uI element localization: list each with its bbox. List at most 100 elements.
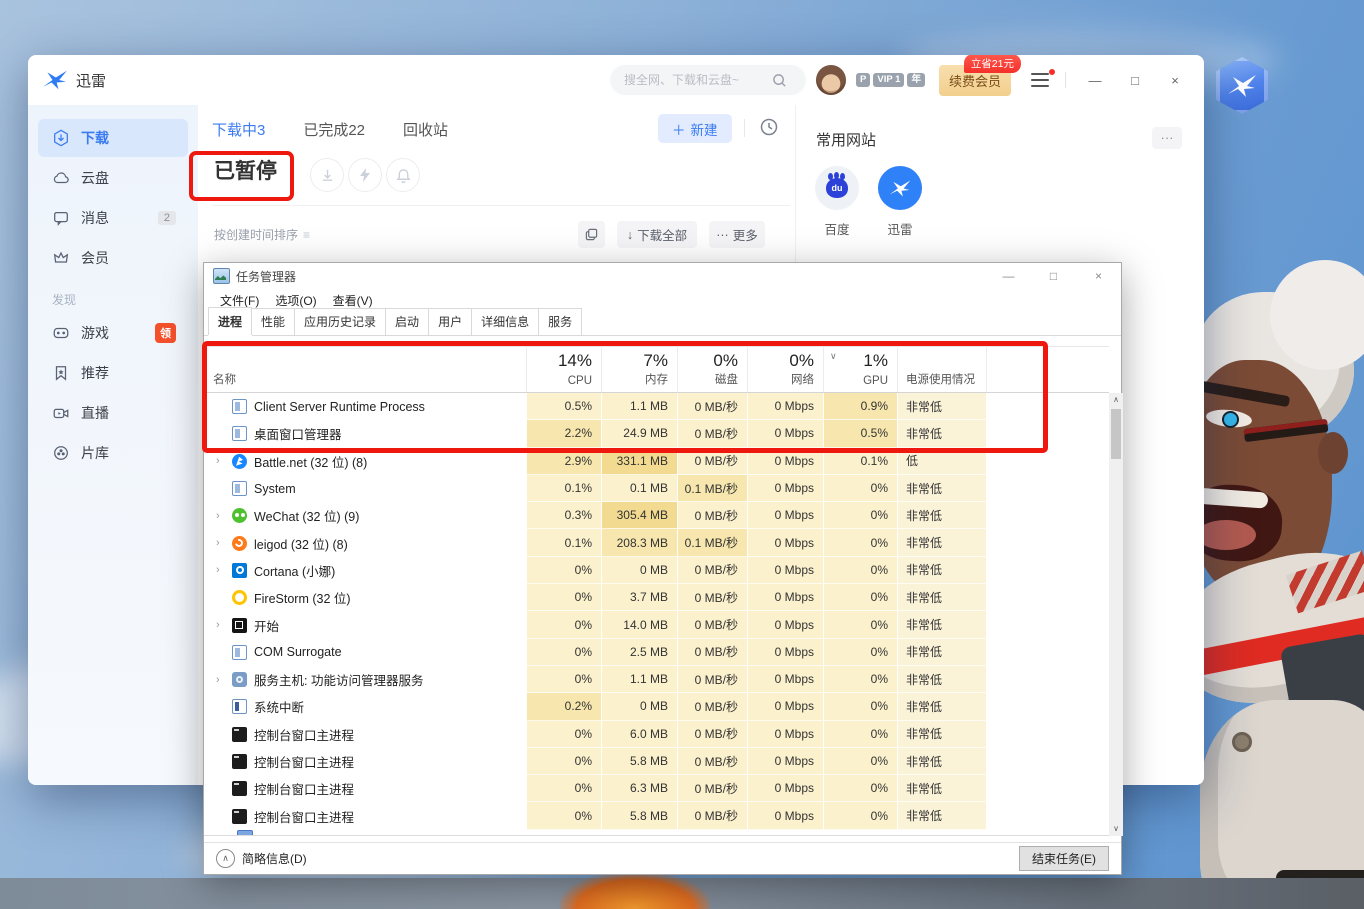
user-avatar[interactable]	[816, 65, 846, 95]
app-name: 迅雷	[76, 70, 106, 91]
expand-chevron-icon[interactable]: ›	[216, 455, 225, 467]
metric-cell: 非常低	[897, 420, 986, 447]
expand-chevron-icon[interactable]: ›	[216, 619, 225, 631]
process-name: Client Server Runtime Process	[254, 400, 425, 414]
tab-details[interactable]: 详细信息	[471, 308, 539, 335]
tab-performance[interactable]: 性能	[251, 308, 295, 335]
expand-chevron-icon[interactable]: ›	[216, 674, 225, 686]
tab-services[interactable]: 服务	[538, 308, 582, 335]
sidebar-item-label: 下载	[81, 128, 109, 148]
metric-cell: 0 Mbps	[747, 639, 823, 666]
sidebar-item-games[interactable]: 游戏 领	[38, 314, 188, 352]
tab-downloading[interactable]: 下载中3	[212, 119, 265, 140]
expand-chevron-icon[interactable]: ›	[216, 537, 225, 549]
sidebar-item-film-library[interactable]: 片库	[38, 434, 188, 472]
task-manager-footer: ∧ 简略信息(D) 结束任务(E)	[204, 842, 1121, 874]
process-row[interactable]: ›控制台窗口主进程0%6.3 MB0 MB/秒0 Mbps0%非常低	[204, 775, 1109, 802]
process-name-cell: ›Cortana (小娜)	[204, 557, 526, 584]
column-disk[interactable]: 0% 磁盘	[677, 347, 747, 392]
metric-cell: 0 Mbps	[747, 802, 823, 829]
search-icon[interactable]	[772, 73, 787, 88]
blank-cell	[986, 775, 1109, 802]
site-baidu[interactable]: du 百度	[814, 166, 860, 238]
main-menu-icon[interactable]	[1031, 73, 1051, 87]
column-network[interactable]: 0% 网络	[747, 347, 823, 392]
process-row[interactable]: ›FireStorm (32 位)0%3.7 MB0 MB/秒0 Mbps0%非…	[204, 584, 1109, 611]
tab-processes[interactable]: 进程	[208, 307, 252, 335]
tab-completed[interactable]: 已完成22	[303, 119, 365, 140]
site-xunlei[interactable]: 迅雷	[877, 166, 923, 238]
sort-order-control[interactable]: 按创建时间排序 ≡	[214, 226, 310, 243]
vertical-scrollbar[interactable]: ∧ ∨	[1109, 393, 1123, 836]
speedup-icon[interactable]	[348, 158, 382, 192]
close-button[interactable]: ×	[1076, 269, 1121, 283]
column-gpu[interactable]: ∨ 1% GPU	[823, 347, 897, 392]
metric-cell: 0%	[823, 475, 897, 502]
process-row[interactable]: ›开始0%14.0 MB0 MB/秒0 Mbps0%非常低	[204, 611, 1109, 638]
tab-startup[interactable]: 启动	[385, 308, 429, 335]
blank-cell	[986, 448, 1109, 475]
tab-users[interactable]: 用户	[428, 308, 472, 335]
process-row[interactable]: ›Cortana (小娜)0%0 MB0 MB/秒0 Mbps0%非常低	[204, 557, 1109, 584]
batch-view-button[interactable]	[578, 221, 605, 248]
history-icon[interactable]	[758, 116, 782, 140]
download-all-button[interactable]: ↓ 下载全部	[617, 221, 697, 248]
process-row[interactable]: ›Client Server Runtime Process0.5%1.1 MB…	[204, 393, 1109, 420]
scrollbar-thumb[interactable]	[1111, 409, 1121, 459]
process-row[interactable]: ›服务主机: 功能访问管理器服务0%1.1 MB0 MB/秒0 Mbps0%非常…	[204, 666, 1109, 693]
metric-cell: 6.0 MB	[601, 721, 677, 748]
process-row[interactable]: ›桌面窗口管理器2.2%24.9 MB0 MB/秒0 Mbps0.5%非常低	[204, 420, 1109, 447]
sidebar-item-messages[interactable]: 消息 2	[38, 199, 188, 237]
tab-app-history[interactable]: 应用历史记录	[294, 308, 386, 335]
column-memory[interactable]: 7% 内存	[601, 347, 677, 392]
process-row[interactable]: ›Battle.net (32 位) (8)2.9%331.1 MB0 MB/秒…	[204, 448, 1109, 475]
sites-more-button[interactable]: ···	[1152, 127, 1182, 149]
process-row[interactable]: ›WeChat (32 位) (9)0.3%305.4 MB0 MB/秒0 Mb…	[204, 502, 1109, 529]
process-row[interactable]: ›控制台窗口主进程0%5.8 MB0 MB/秒0 Mbps0%非常低	[204, 802, 1109, 829]
sidebar-item-download[interactable]: 下载	[38, 119, 188, 157]
more-button[interactable]: ··· 更多	[709, 221, 765, 248]
column-power-usage[interactable]: 电源使用情况	[897, 347, 986, 392]
search-box[interactable]	[610, 65, 806, 95]
process-row[interactable]: ›System0.1%0.1 MB0.1 MB/秒0 Mbps0%非常低	[204, 475, 1109, 502]
search-input[interactable]	[622, 72, 766, 88]
new-task-button[interactable]: ＋ 新建	[658, 114, 732, 143]
promo-badge: 立省21元	[964, 55, 1021, 73]
tab-recycle-bin[interactable]: 回收站	[403, 119, 448, 140]
scroll-down-icon[interactable]: ∨	[1113, 822, 1119, 836]
sidebar-item-cloud-drive[interactable]: 云盘	[38, 159, 188, 197]
minimize-button[interactable]: —	[1080, 73, 1110, 88]
process-row[interactable]: ›控制台窗口主进程0%5.8 MB0 MB/秒0 Mbps0%非常低	[204, 748, 1109, 775]
metric-cell: 非常低	[897, 802, 986, 829]
column-cpu[interactable]: 14% CPU	[526, 347, 601, 392]
chevron-up-icon: ∧	[216, 849, 235, 868]
sidebar: 下载 云盘 消息 2 会员 发现 游戏 领	[28, 105, 198, 785]
process-name-cell: ›开始	[204, 611, 526, 638]
remind-icon[interactable]	[386, 158, 420, 192]
expand-chevron-icon[interactable]: ›	[216, 510, 225, 522]
end-task-button[interactable]: 结束任务(E)	[1019, 846, 1109, 871]
close-button[interactable]: ×	[1160, 73, 1190, 88]
sidebar-item-membership[interactable]: 会员	[38, 239, 188, 277]
sidebar-item-live[interactable]: 直播	[38, 394, 188, 432]
metric-cell: 0 MB/秒	[677, 775, 747, 802]
process-row[interactable]: ›leigod (32 位) (8)0.1%208.3 MB0.1 MB/秒0 …	[204, 529, 1109, 556]
process-name: System	[254, 482, 296, 496]
metric-cell: 0.1%	[526, 475, 601, 502]
expand-chevron-icon[interactable]: ›	[216, 564, 225, 576]
minimize-button[interactable]: —	[986, 269, 1031, 283]
sidebar-item-recommend[interactable]: 推荐	[38, 354, 188, 392]
process-row[interactable]: ›COM Surrogate0%2.5 MB0 MB/秒0 Mbps0%非常低	[204, 639, 1109, 666]
process-row[interactable]: ›控制台窗口主进程0%6.0 MB0 MB/秒0 Mbps0%非常低	[204, 721, 1109, 748]
cloud-icon	[52, 169, 70, 187]
process-row[interactable]: ›系统中断0.2%0 MB0 MB/秒0 Mbps0%非常低	[204, 693, 1109, 720]
column-name[interactable]: 名称	[204, 347, 526, 392]
fewer-details-toggle[interactable]: ∧ 简略信息(D)	[216, 849, 307, 868]
metric-cell: 0 MB/秒	[677, 639, 747, 666]
maximize-button[interactable]: □	[1120, 73, 1150, 88]
metric-cell: 0 MB	[601, 557, 677, 584]
start-all-icon[interactable]	[310, 158, 344, 192]
maximize-button[interactable]: □	[1031, 269, 1076, 283]
metric-cell: 0%	[823, 802, 897, 829]
scroll-up-icon[interactable]: ∧	[1113, 393, 1119, 407]
